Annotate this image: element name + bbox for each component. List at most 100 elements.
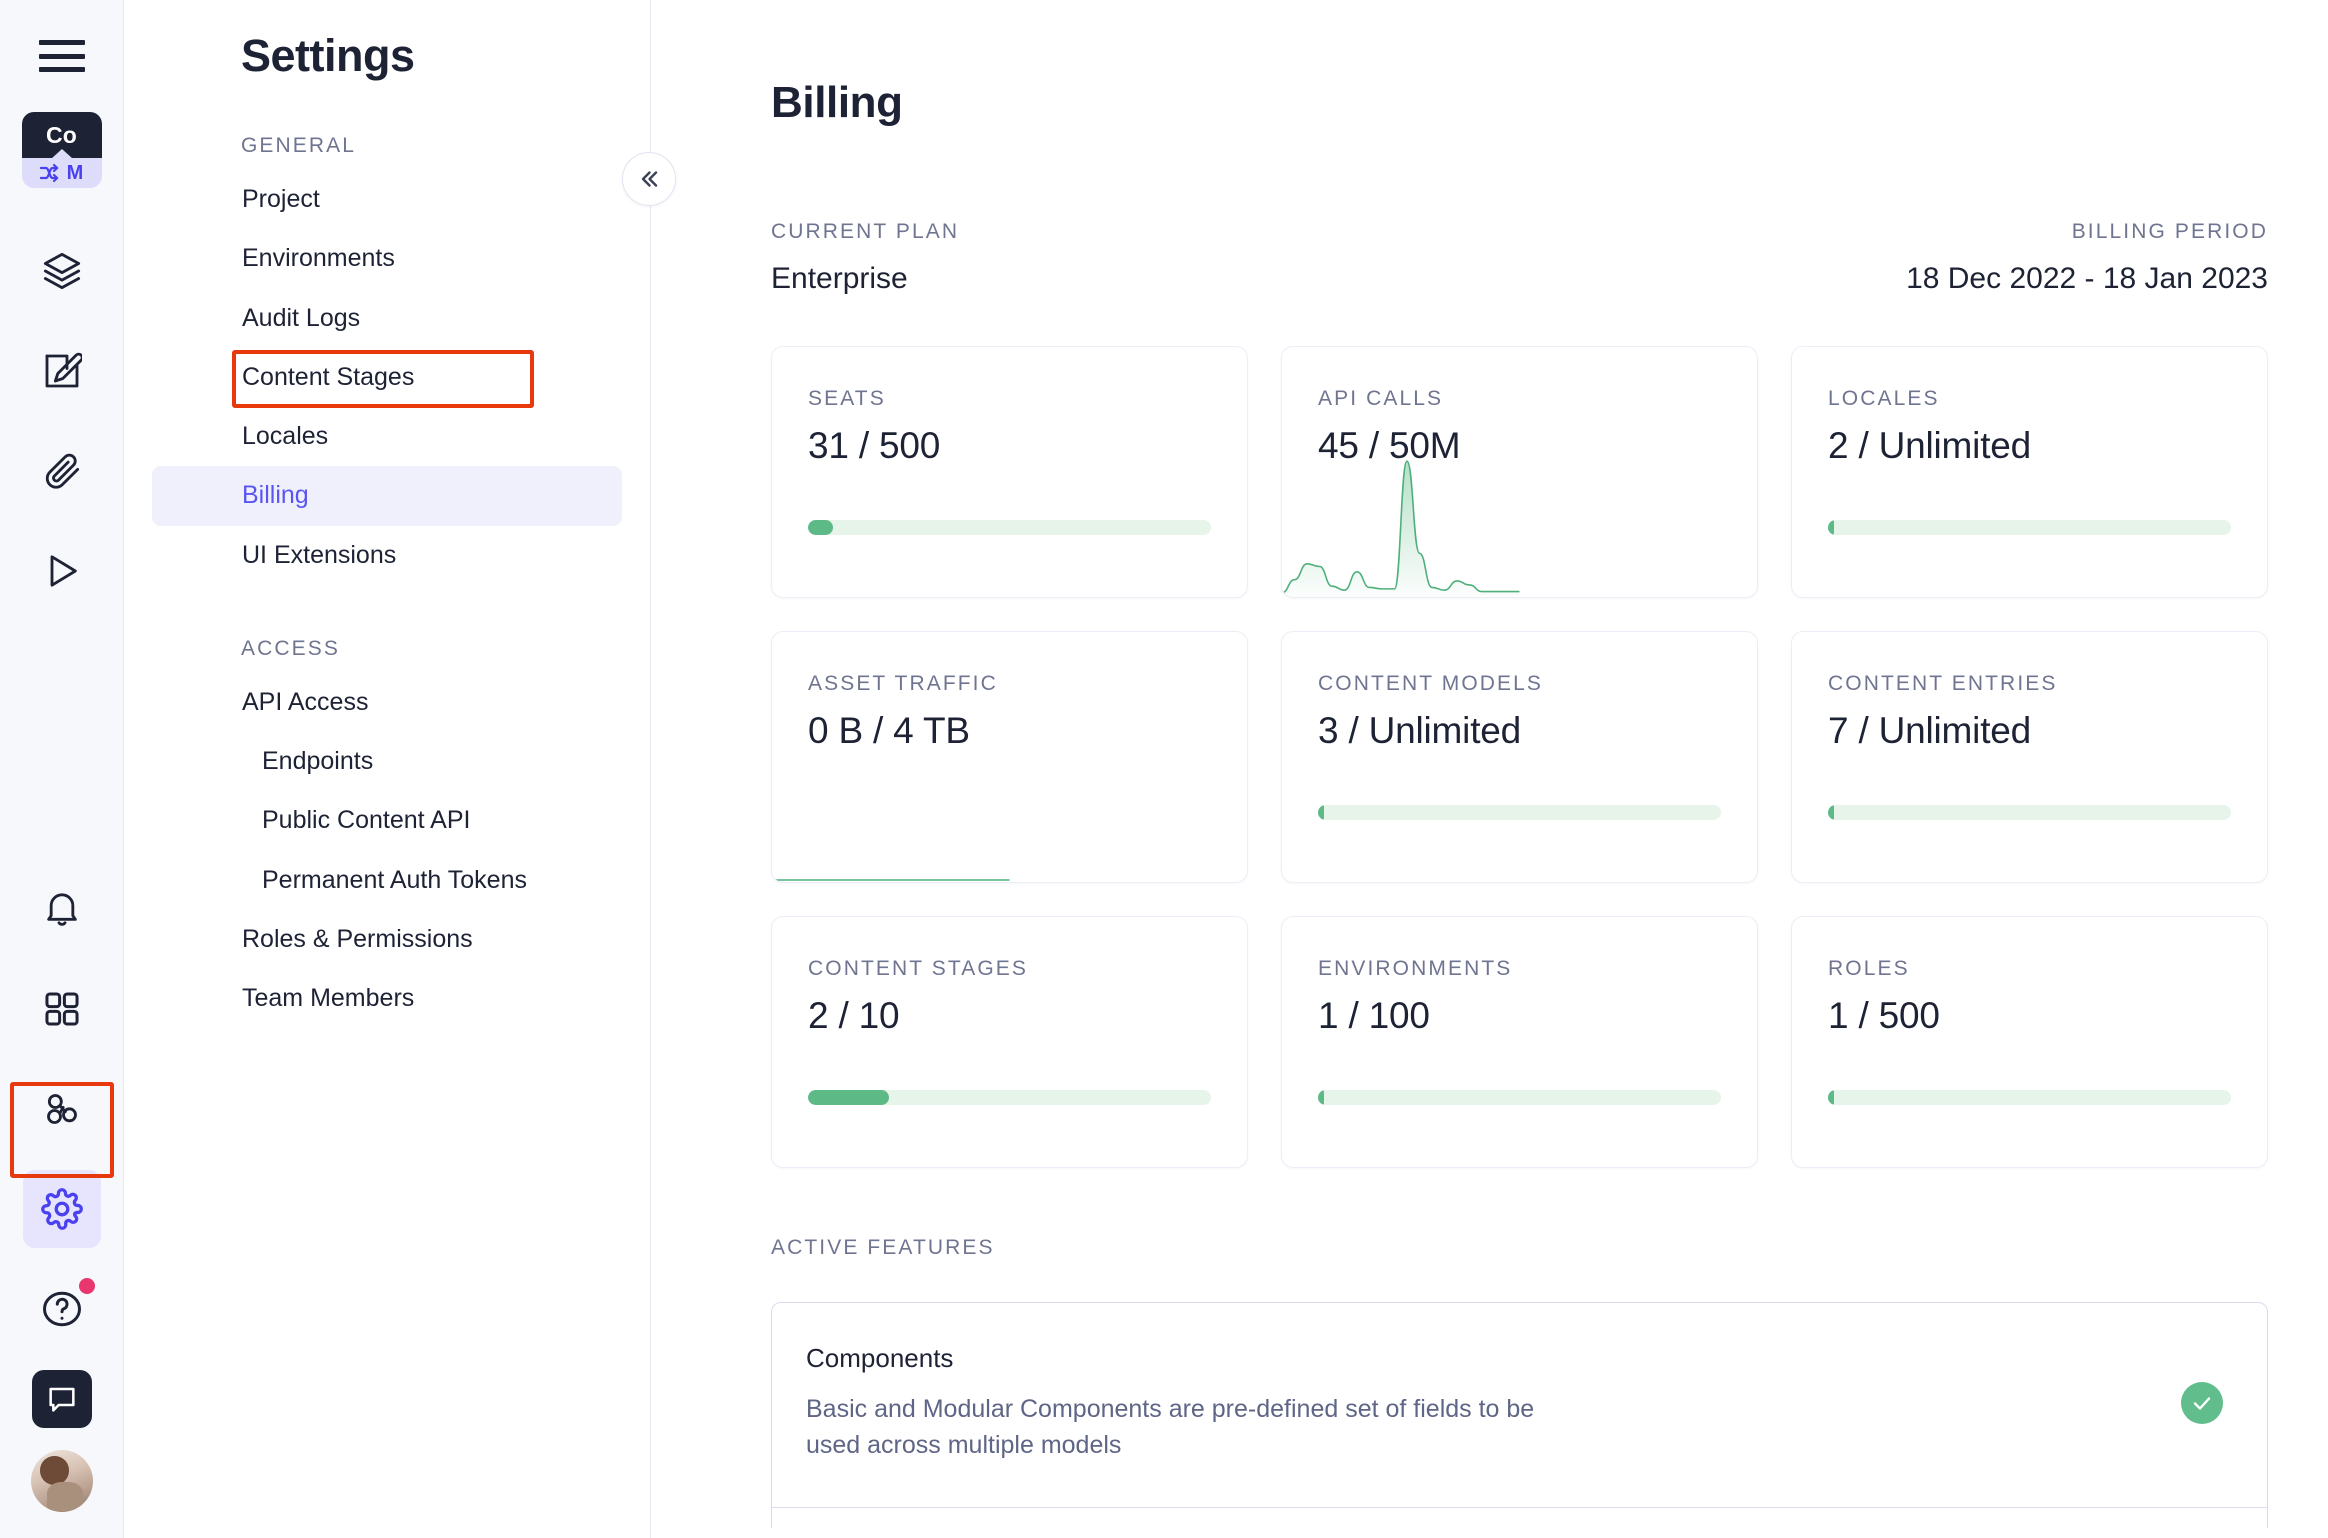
usage-card-value: 1 / 500 — [1828, 995, 2231, 1037]
usage-progress-track — [808, 1090, 1211, 1105]
active-features-list: Components Basic and Modular Components … — [771, 1302, 2268, 1528]
rail-top-group: Co M — [22, 0, 102, 610]
chat-icon[interactable] — [32, 1370, 92, 1428]
billing-title: Billing — [771, 78, 2268, 128]
usage-progress-fill — [808, 1090, 889, 1105]
billing-period-block: BILLING PERIOD 18 Dec 2022 - 18 Jan 2023 — [1906, 220, 2268, 296]
nav-group-label-general: GENERAL — [241, 134, 650, 158]
usage-card-value: 2 / 10 — [808, 995, 1211, 1037]
notification-dot-badge — [79, 1278, 95, 1294]
usage-card-value: 7 / Unlimited — [1828, 710, 2231, 752]
project-badge-letter: M — [67, 162, 84, 185]
usage-progress-fill — [808, 520, 833, 535]
usage-card: ENVIRONMENTS 1 / 100 — [1281, 916, 1758, 1168]
sidebar-item-public-content-api[interactable]: Public Content API — [152, 791, 622, 850]
usage-card: ASSET TRAFFIC 0 B / 4 TB — [771, 631, 1248, 883]
hamburger-icon[interactable] — [39, 40, 85, 72]
usage-card-label: CONTENT MODELS — [1318, 672, 1721, 696]
usage-card-label: CONTENT ENTRIES — [1828, 672, 2231, 696]
usage-progress-track — [1828, 805, 2231, 820]
sidebar-item-roles-permissions[interactable]: Roles & Permissions — [152, 910, 622, 969]
project-badge-bottom: M — [22, 158, 102, 188]
sidebar-item-team-members[interactable]: Team Members — [152, 969, 622, 1028]
usage-progress-fill — [1828, 520, 1834, 535]
apps-grid-icon[interactable] — [23, 970, 101, 1048]
bell-icon[interactable] — [23, 870, 101, 948]
shuffle-icon — [40, 163, 66, 183]
usage-progress-fill — [1318, 1090, 1324, 1105]
usage-card-label: ASSET TRAFFIC — [808, 672, 1211, 696]
usage-card-label: ROLES — [1828, 957, 2231, 981]
check-circle-icon — [2181, 1382, 2223, 1424]
api-calls-sparkline — [1282, 457, 1520, 597]
current-plan-value: Enterprise — [771, 262, 959, 296]
usage-card-value: 31 / 500 — [808, 425, 1211, 467]
billing-period-label: BILLING PERIOD — [1906, 220, 2268, 244]
billing-meta-row: CURRENT PLAN Enterprise BILLING PERIOD 1… — [771, 220, 2268, 296]
usage-card: CONTENT STAGES 2 / 10 — [771, 916, 1248, 1168]
active-features-label: ACTIVE FEATURES — [771, 1236, 2268, 1260]
icon-rail: Co M — [0, 0, 124, 1538]
feature-description: Basic and Modular Components are pre-def… — [806, 1392, 1586, 1463]
usage-card: SEATS 31 / 500 — [771, 346, 1248, 598]
avatar[interactable] — [31, 1450, 93, 1512]
sidebar-item-permanent-auth-tokens[interactable]: Permanent Auth Tokens — [152, 851, 622, 910]
usage-progress-track — [808, 520, 1211, 535]
feature-name: Components — [806, 1343, 1586, 1374]
billing-page: Billing CURRENT PLAN Enterprise BILLING … — [651, 0, 2328, 1538]
app-root: Co M — [0, 0, 2328, 1538]
usage-progress-track — [1828, 520, 2231, 535]
usage-card-label: API CALLS — [1318, 387, 1721, 411]
sidebar-item-endpoints[interactable]: Endpoints — [152, 732, 622, 791]
usage-progress-track — [1828, 1090, 2231, 1105]
usage-card: LOCALES 2 / Unlimited — [1791, 346, 2268, 598]
help-circle-icon[interactable] — [23, 1270, 101, 1348]
page-title: Settings — [241, 30, 650, 82]
usage-progress-fill — [1828, 805, 1834, 820]
usage-card-label: LOCALES — [1828, 387, 2231, 411]
paperclip-icon[interactable] — [23, 432, 101, 510]
billing-period-value: 18 Dec 2022 - 18 Jan 2023 — [1906, 262, 2268, 296]
settings-sidebar: Settings GENERAL Project Environments Au… — [124, 0, 651, 1538]
nav-group-label-access: ACCESS — [241, 637, 650, 661]
sidebar-item-project[interactable]: Project — [152, 170, 622, 229]
usage-card: ROLES 1 / 500 — [1791, 916, 2268, 1168]
usage-card-label: CONTENT STAGES — [808, 957, 1211, 981]
sidebar-item-billing[interactable]: Billing — [152, 466, 622, 525]
usage-card-value: 0 B / 4 TB — [808, 710, 1211, 752]
project-switcher[interactable]: Co M — [22, 112, 102, 188]
gear-icon[interactable] — [23, 1170, 101, 1248]
feature-card-next[interactable] — [771, 1508, 2268, 1528]
rail-bottom-group — [0, 848, 123, 1538]
usage-card: CONTENT ENTRIES 7 / Unlimited — [1791, 631, 2268, 883]
usage-card: CONTENT MODELS 3 / Unlimited — [1281, 631, 1758, 883]
usage-progress-track — [1318, 1090, 1721, 1105]
layers-icon[interactable] — [23, 232, 101, 310]
usage-card-value: 1 / 100 — [1318, 995, 1721, 1037]
chevron-double-left-icon[interactable] — [622, 152, 676, 206]
usage-card: API CALLS45 / 50M — [1281, 346, 1758, 598]
sidebar-item-audit-logs[interactable]: Audit Logs — [152, 289, 622, 348]
feature-text-block: Components Basic and Modular Components … — [806, 1343, 1586, 1463]
current-plan-block: CURRENT PLAN Enterprise — [771, 220, 959, 296]
sidebar-item-api-access[interactable]: API Access — [152, 673, 622, 732]
usage-progress-fill — [1828, 1090, 1834, 1105]
sidebar-item-content-stages[interactable]: Content Stages — [152, 348, 622, 407]
feature-card-components[interactable]: Components Basic and Modular Components … — [771, 1302, 2268, 1508]
sidebar-item-ui-extensions[interactable]: UI Extensions — [152, 526, 622, 585]
usage-progress-fill — [1318, 805, 1324, 820]
usage-progress-track — [1318, 805, 1721, 820]
usage-cards-grid: SEATS 31 / 500 API CALLS45 / 50M LOCALES 2 /… — [771, 346, 2268, 1168]
sidebar-item-locales[interactable]: Locales — [152, 407, 622, 466]
edit-icon[interactable] — [23, 332, 101, 410]
nav-list-access: API Access Endpoints Public Content API … — [124, 673, 650, 1029]
play-icon[interactable] — [23, 532, 101, 610]
usage-card-value: 3 / Unlimited — [1318, 710, 1721, 752]
sidebar-item-environments[interactable]: Environments — [152, 229, 622, 288]
current-plan-label: CURRENT PLAN — [771, 220, 959, 244]
webhooks-icon[interactable] — [23, 1070, 101, 1148]
asset-traffic-sparkline — [772, 872, 1010, 882]
usage-card-label: ENVIRONMENTS — [1318, 957, 1721, 981]
usage-card-value: 2 / Unlimited — [1828, 425, 2231, 467]
usage-card-label: SEATS — [808, 387, 1211, 411]
